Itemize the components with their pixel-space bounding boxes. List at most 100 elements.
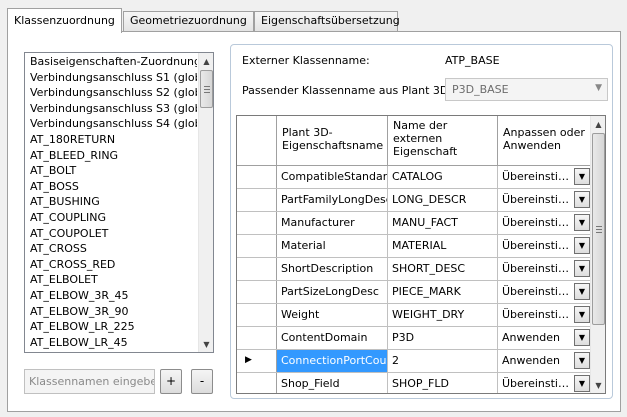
row-header[interactable] xyxy=(237,373,277,393)
list-item[interactable]: Verbindungsanschluss S2 (global) xyxy=(25,85,197,101)
list-item[interactable]: AT_COUPOLET xyxy=(25,226,197,242)
cell-external-property[interactable]: 2 xyxy=(388,350,498,372)
cell-external-property[interactable]: MANU_FACT xyxy=(388,212,498,234)
scroll-thumb[interactable] xyxy=(592,133,605,325)
table-row[interactable]: MaterialMATERIAL Übereinstimmung ▼ xyxy=(237,235,593,258)
column-header-plant[interactable]: Plant 3D-Eigenschaftsname xyxy=(277,116,388,165)
class-name-filter-input[interactable]: Klassennamen eingeben xyxy=(24,369,155,394)
chevron-down-icon[interactable]: ▼ xyxy=(574,168,590,185)
tab-eigenschaftsuebersetzung[interactable]: Eigenschaftsübersetzung xyxy=(254,11,400,31)
cell-plant-property[interactable]: ConnectionPortCount xyxy=(277,350,388,372)
list-item[interactable]: Verbindungsanschluss S4 (global) xyxy=(25,116,197,132)
list-item[interactable]: AT_CROSS_RED xyxy=(25,257,197,273)
cell-plant-property[interactable]: Material xyxy=(277,235,388,257)
list-item[interactable]: AT_180RETURN xyxy=(25,132,197,148)
list-item[interactable]: AT_BUSHING xyxy=(25,194,197,210)
plant-class-dropdown[interactable]: P3D_BASE ▼ xyxy=(445,78,608,101)
list-item[interactable]: AT_ELBOW_LR_45 xyxy=(25,335,197,351)
list-item[interactable]: AT_ELBOW_3R_90 xyxy=(25,304,197,320)
table-row[interactable]: CompatibleStandardCATALOGÜbereinstimmung… xyxy=(237,166,593,189)
cell-action[interactable]: Übereinstimmung ▼ xyxy=(498,189,593,211)
cell-external-property[interactable]: PIECE_MARK xyxy=(388,281,498,303)
cell-action[interactable]: Anwenden ▼ xyxy=(498,327,593,349)
chevron-down-icon[interactable]: ▼ xyxy=(574,237,590,254)
chevron-down-icon[interactable]: ▼ xyxy=(574,283,590,300)
chevron-down-icon[interactable]: ▼ xyxy=(574,375,590,392)
row-header[interactable] xyxy=(237,258,277,280)
cell-plant-property[interactable]: ShortDescription xyxy=(277,258,388,280)
chevron-down-icon[interactable]: ▼ xyxy=(574,329,590,346)
cell-external-property[interactable]: SHOP_FLD xyxy=(388,373,498,393)
list-item[interactable]: AT_BOSS xyxy=(25,179,197,195)
table-row[interactable]: PartFamilyLongDescLONG_DESCRÜbereinstimm… xyxy=(237,189,593,212)
cell-plant-property[interactable]: PartSizeLongDesc xyxy=(277,281,388,303)
property-grid[interactable]: Plant 3D-Eigenschaftsname Name der exter… xyxy=(236,115,606,394)
add-class-button[interactable]: + xyxy=(160,369,182,394)
cell-plant-property[interactable]: Weight xyxy=(277,304,388,326)
list-item[interactable]: AT_CROSS xyxy=(25,241,197,257)
row-header[interactable] xyxy=(237,235,277,257)
cell-action[interactable]: Übereinstimmung ▼ xyxy=(498,212,593,234)
scroll-up-icon[interactable]: ▲ xyxy=(199,53,213,69)
tab-geometriezuordnung[interactable]: Geometriezuordnung xyxy=(123,11,254,31)
scroll-down-icon[interactable]: ▼ xyxy=(199,336,213,352)
table-row[interactable]: PartSizeLongDescPIECE_MARKÜbereinstimmun… xyxy=(237,281,593,304)
table-row[interactable]: Shop_FieldSHOP_FLD Übereinstimmung ▼ xyxy=(237,373,593,393)
table-row[interactable]: ShortDescriptionSHORT_DESCÜbereinstimmun… xyxy=(237,258,593,281)
remove-class-button[interactable]: - xyxy=(191,369,213,394)
cell-external-property[interactable]: MATERIAL xyxy=(388,235,498,257)
cell-external-property[interactable]: LONG_DESCR xyxy=(388,189,498,211)
cell-action[interactable]: Übereinstimmung ▼ xyxy=(498,235,593,257)
row-header[interactable] xyxy=(237,189,277,211)
cell-action[interactable]: Übereinstimmung ▼ xyxy=(498,166,593,188)
cell-action[interactable]: Übereinstimmung ▼ xyxy=(498,373,593,393)
list-item[interactable]: Verbindungsanschluss S3 (global) xyxy=(25,101,197,117)
column-header-external[interactable]: Name der externen Eigenschaft xyxy=(388,116,498,165)
cell-external-property[interactable]: WEIGHT_DRY xyxy=(388,304,498,326)
cell-action[interactable]: Übereinstimmung ▼ xyxy=(498,258,593,280)
cell-external-property[interactable]: SHORT_DESC xyxy=(388,258,498,280)
row-header[interactable] xyxy=(237,281,277,303)
row-header[interactable] xyxy=(237,327,277,349)
cell-action[interactable]: Übereinstimmung ▼ xyxy=(498,304,593,326)
list-item[interactable]: AT_BLEED_RING xyxy=(25,148,197,164)
list-item[interactable]: Verbindungsanschluss S1 (global) xyxy=(25,70,197,86)
list-item[interactable]: AT_ELBOLET xyxy=(25,272,197,288)
list-item[interactable]: AT_ELBOW_3R_45 xyxy=(25,288,197,304)
cell-external-property[interactable]: CATALOG xyxy=(388,166,498,188)
chevron-down-icon[interactable]: ▼ xyxy=(574,191,590,208)
scroll-down-icon[interactable]: ▼ xyxy=(591,377,605,393)
scroll-thumb[interactable] xyxy=(200,70,213,108)
cell-action[interactable]: Übereinstimmung ▼ xyxy=(498,281,593,303)
cell-plant-property[interactable]: Manufacturer xyxy=(277,212,388,234)
cell-plant-property[interactable]: PartFamilyLongDesc xyxy=(277,189,388,211)
row-header[interactable] xyxy=(237,304,277,326)
table-row[interactable]: ▶ ConnectionPortCount 2 Anwenden ▼ xyxy=(237,350,593,373)
class-list-scrollbar[interactable]: ▲ ▼ xyxy=(198,53,213,352)
row-header[interactable] xyxy=(237,166,277,188)
chevron-down-icon[interactable]: ▼ xyxy=(574,306,590,323)
grid-scrollbar[interactable]: ▲ ▼ xyxy=(590,116,605,393)
scroll-up-icon[interactable]: ▲ xyxy=(591,116,605,132)
list-item[interactable]: AT_COUPLING xyxy=(25,210,197,226)
cell-plant-property[interactable]: ContentDomain xyxy=(277,327,388,349)
tab-klassenzuordnung[interactable]: Klassenzuordnung xyxy=(7,8,122,33)
list-item[interactable]: AT_BOLT xyxy=(25,163,197,179)
chevron-down-icon[interactable]: ▼ xyxy=(574,214,590,231)
table-row[interactable]: ManufacturerMANU_FACT Übereinstimmung ▼ xyxy=(237,212,593,235)
cell-plant-property[interactable]: Shop_Field xyxy=(277,373,388,393)
cell-action[interactable]: Anwenden ▼ xyxy=(498,350,593,372)
list-item[interactable]: AT_ELBOW_LR_225 xyxy=(25,319,197,335)
table-row[interactable]: ContentDomain P3D Anwenden ▼ xyxy=(237,327,593,350)
row-header[interactable]: ▶ xyxy=(237,350,277,372)
chevron-down-icon[interactable]: ▼ xyxy=(574,260,590,277)
table-row[interactable]: WeightWEIGHT_DRY Übereinstimmung ▼ xyxy=(237,304,593,327)
row-header[interactable] xyxy=(237,212,277,234)
grid-header: Plant 3D-Eigenschaftsname Name der exter… xyxy=(237,116,593,166)
column-header-action[interactable]: Anpassen oder Anwenden xyxy=(498,116,593,165)
class-list[interactable]: Basiseigenschaften-Zuordnung Verbindungsa… xyxy=(24,52,214,353)
cell-plant-property[interactable]: CompatibleStandard xyxy=(277,166,388,188)
list-item[interactable]: Basiseigenschaften-Zuordnung xyxy=(25,54,197,70)
chevron-down-icon[interactable]: ▼ xyxy=(574,352,590,369)
cell-external-property[interactable]: P3D xyxy=(388,327,498,349)
